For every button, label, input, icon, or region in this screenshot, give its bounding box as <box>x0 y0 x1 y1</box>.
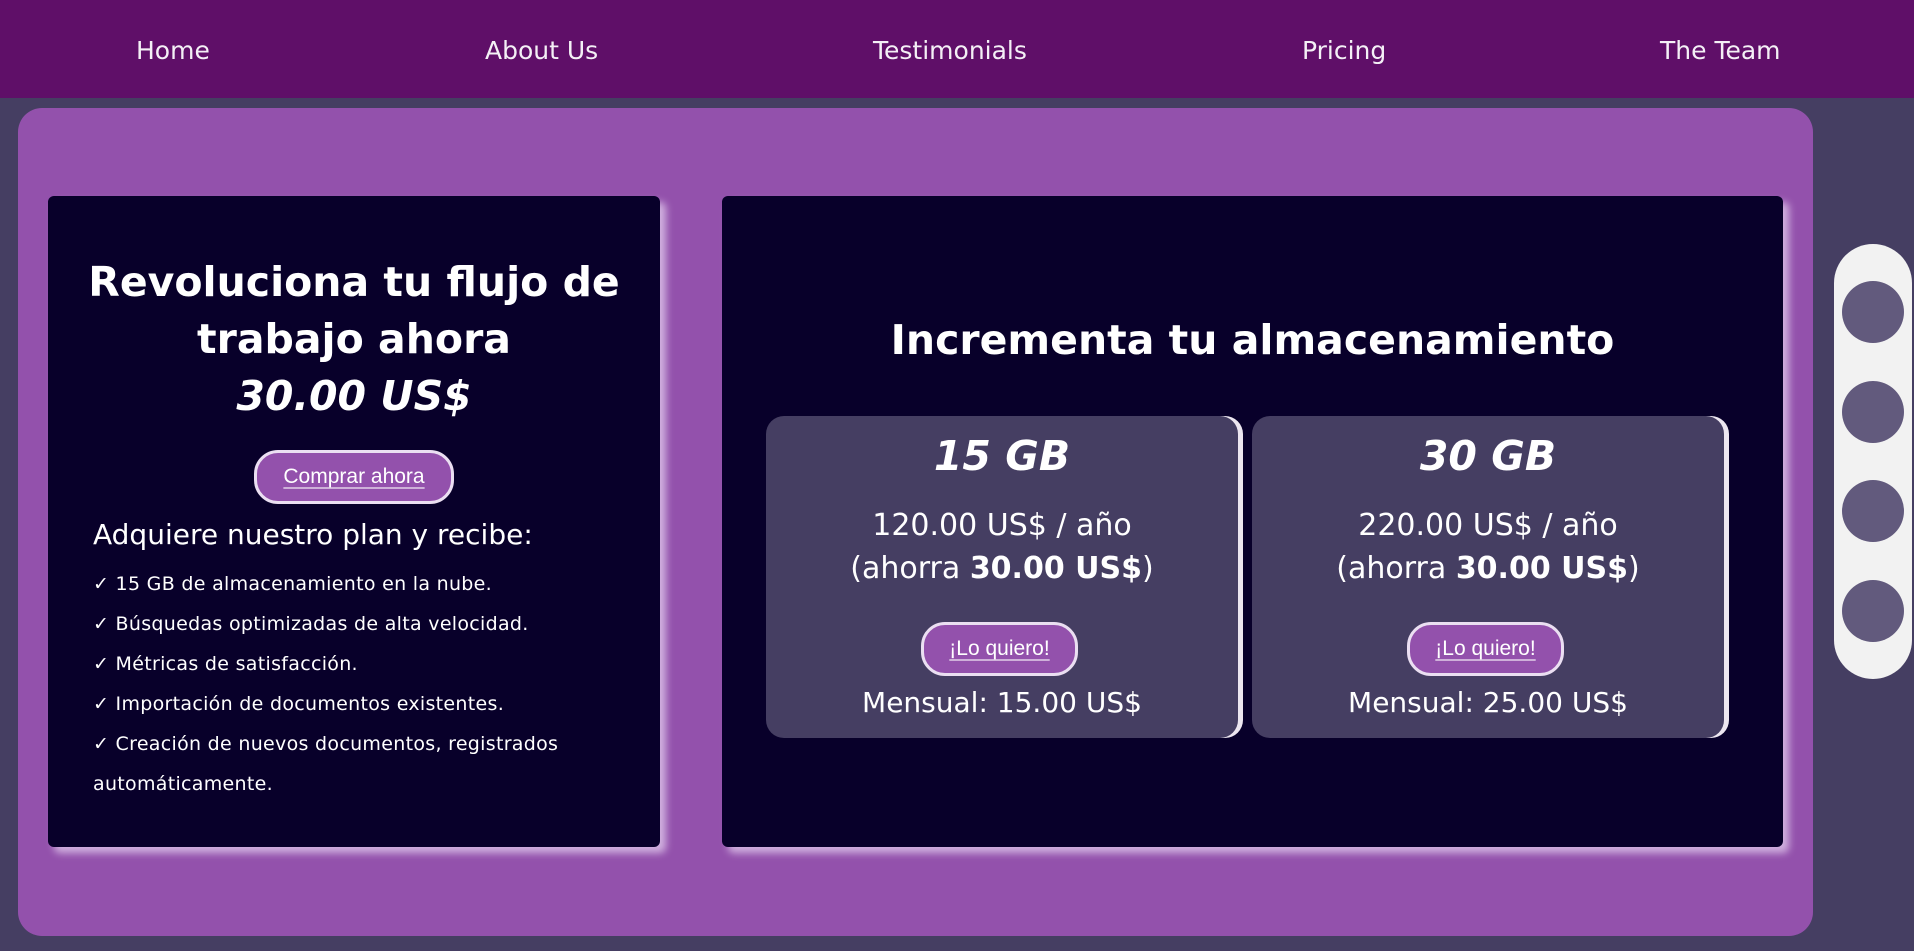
plan-title-line1: Revoluciona tu flujo de <box>88 258 620 306</box>
carousel-dot-2[interactable] <box>1842 381 1904 443</box>
storage-offer-30gb: 30 GB 220.00 US$ / año (ahorra 30.00 US$… <box>1252 416 1724 738</box>
storage-upgrade-card: Incrementa tu almacenamiento 15 GB 120.0… <box>722 196 1783 847</box>
nav-home-link[interactable]: Home <box>136 36 210 65</box>
plan-title-line2: trabajo ahora <box>197 315 511 363</box>
nav-about-us-link[interactable]: About Us <box>485 36 598 65</box>
offer-size: 30 GB <box>1419 432 1557 480</box>
plan-intro-text: Adquiere nuestro plan y recibe: <box>93 518 533 551</box>
top-navbar: Home About Us Testimonials Pricing The T… <box>0 0 1914 98</box>
storage-title: Incrementa tu almacenamiento <box>890 316 1615 364</box>
feature-item: ✓ Métricas de satisfacción. <box>93 653 358 675</box>
nav-testimonials-link[interactable]: Testimonials <box>873 36 1027 65</box>
offer-yearly-price: 120.00 US$ / año <box>872 508 1132 543</box>
offer-size: 15 GB <box>933 432 1071 480</box>
want-30gb-button[interactable]: ¡Lo quiero! <box>1407 622 1564 676</box>
feature-item: ✓ 15 GB de almacenamiento en la nube. <box>93 573 492 595</box>
storage-offer-15gb: 15 GB 120.00 US$ / año (ahorra 30.00 US$… <box>766 416 1238 738</box>
nav-pricing-link[interactable]: Pricing <box>1302 36 1386 65</box>
feature-item: ✓ Importación de documentos existentes. <box>93 693 505 715</box>
offer-monthly-price: Mensual: 25.00 US$ <box>1348 686 1628 719</box>
feature-item: ✓ Creación de nuevos documentos, registr… <box>93 733 559 795</box>
offer-monthly-price: Mensual: 15.00 US$ <box>862 686 1142 719</box>
nav-the-team-link[interactable]: The Team <box>1660 36 1781 65</box>
want-15gb-button[interactable]: ¡Lo quiero! <box>921 622 1078 676</box>
offer-savings-suffix: ) <box>1142 551 1154 586</box>
carousel-dot-3[interactable] <box>1842 480 1904 542</box>
main-plan-card: Revoluciona tu flujo de trabajo ahora 30… <box>48 196 660 847</box>
offer-savings-amount: 30.00 US$ <box>1455 551 1628 586</box>
offer-savings-prefix: (ahorra <box>850 551 970 586</box>
feature-list: ✓ 15 GB de almacenamiento en la nube. ✓ … <box>93 564 623 804</box>
carousel-dot-4[interactable] <box>1842 580 1904 642</box>
offer-savings-suffix: ) <box>1628 551 1640 586</box>
feature-item: ✓ Búsquedas optimizadas de alta velocida… <box>93 613 529 635</box>
plan-title: Revoluciona tu flujo de trabajo ahora 30… <box>48 254 660 425</box>
offer-savings-prefix: (ahorra <box>1336 551 1456 586</box>
offer-savings: (ahorra 30.00 US$) <box>766 551 1238 586</box>
carousel-dots-rail <box>1834 244 1912 679</box>
offer-savings: (ahorra 30.00 US$) <box>1252 551 1724 586</box>
offer-savings-amount: 30.00 US$ <box>969 551 1142 586</box>
carousel-dot-1[interactable] <box>1842 281 1904 343</box>
buy-now-button[interactable]: Comprar ahora <box>254 450 454 504</box>
offer-yearly-price: 220.00 US$ / año <box>1358 508 1618 543</box>
plan-price: 30.00 US$ <box>236 372 472 420</box>
